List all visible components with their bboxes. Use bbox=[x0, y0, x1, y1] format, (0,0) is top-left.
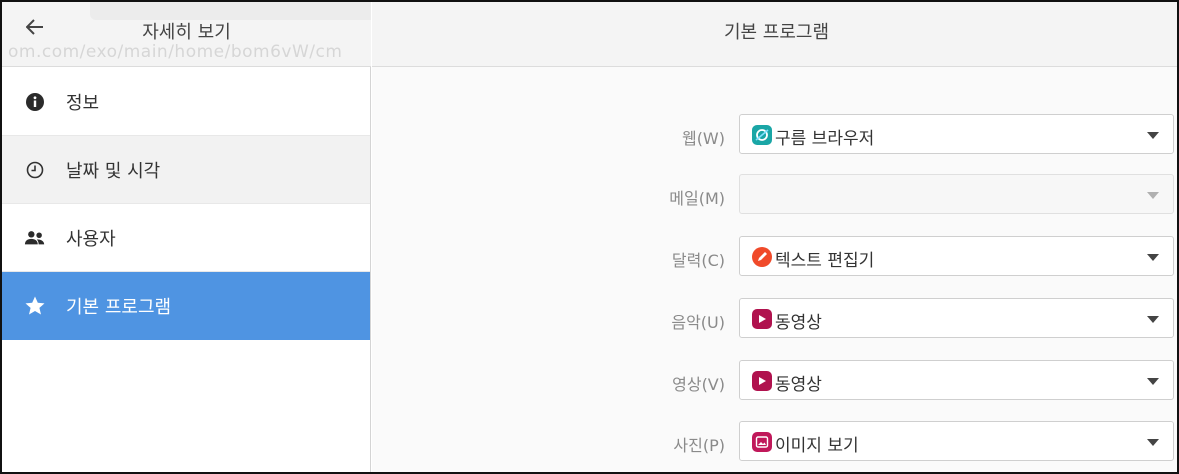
default-app-row-video: 영상(V) 동영상 bbox=[372, 360, 1177, 402]
row-label: 메일(M) bbox=[669, 189, 725, 208]
star-icon bbox=[24, 295, 46, 317]
default-app-row-mail: 메일(M) bbox=[372, 174, 1177, 216]
sidebar-item-label: 기본 프로그램 bbox=[66, 296, 172, 318]
info-icon bbox=[24, 91, 46, 113]
sidebar-item-datetime[interactable]: 날짜 및 시각 bbox=[2, 136, 370, 204]
mail-app-select[interactable] bbox=[739, 174, 1174, 214]
background-url-text: om.com/exo/main/home/bom6vW/cm bbox=[8, 42, 343, 62]
row-label: 음악(U) bbox=[671, 313, 725, 332]
sidebar-title: 자세히 보기 bbox=[142, 22, 231, 43]
clock-icon bbox=[24, 159, 46, 181]
page-title: 기본 프로그램 bbox=[723, 22, 830, 43]
sidebar-item-label: 날짜 및 시각 bbox=[66, 160, 161, 182]
main-panel: 기본 프로그램 웹(W) 구름 브라우저 메일(M) 달력(C) 텍스트 편집기… bbox=[372, 2, 1177, 472]
chevron-down-icon bbox=[1147, 316, 1159, 323]
selected-value: 구름 브라우저 bbox=[775, 129, 875, 149]
browser-icon bbox=[752, 125, 772, 145]
selected-value: 이미지 보기 bbox=[775, 436, 859, 456]
chevron-down-icon bbox=[1147, 439, 1159, 446]
row-label: 달력(C) bbox=[671, 251, 725, 270]
main-header: 기본 프로그램 bbox=[372, 2, 1177, 67]
calendar-app-select[interactable]: 텍스트 편집기 bbox=[739, 236, 1174, 276]
selected-value: 동영상 bbox=[775, 375, 822, 395]
selected-value: 텍스트 편집기 bbox=[775, 251, 875, 271]
sidebar-item-info[interactable]: 정보 bbox=[2, 68, 370, 136]
users-icon bbox=[24, 227, 46, 249]
selected-value: 동영상 bbox=[775, 313, 822, 333]
chevron-down-icon bbox=[1147, 132, 1159, 139]
sidebar-header: om.com/exo/main/home/bom6vW/cm 자세히 보기 bbox=[2, 2, 371, 67]
image-viewer-icon bbox=[752, 432, 772, 452]
chevron-down-icon bbox=[1147, 192, 1159, 199]
default-app-row-photo: 사진(P) 이미지 보기 bbox=[372, 421, 1177, 463]
settings-window: om.com/exo/main/home/bom6vW/cm 자세히 보기 정보… bbox=[0, 0, 1179, 474]
row-label: 사진(P) bbox=[673, 436, 725, 455]
sidebar: om.com/exo/main/home/bom6vW/cm 자세히 보기 정보… bbox=[2, 2, 371, 472]
sidebar-item-default-apps[interactable]: 기본 프로그램 bbox=[2, 272, 370, 340]
photo-app-select[interactable]: 이미지 보기 bbox=[739, 421, 1174, 461]
video-icon bbox=[752, 309, 772, 329]
sidebar-nav: 정보 날짜 및 시각 사용자 기본 프로그램 bbox=[2, 68, 370, 340]
text-editor-icon bbox=[752, 247, 772, 267]
sidebar-item-label: 정보 bbox=[66, 92, 100, 114]
default-app-row-calendar: 달력(C) 텍스트 편집기 bbox=[372, 236, 1177, 278]
row-label: 웹(W) bbox=[681, 129, 725, 148]
default-app-row-web: 웹(W) 구름 브라우저 bbox=[372, 114, 1177, 156]
web-app-select[interactable]: 구름 브라우저 bbox=[739, 114, 1174, 154]
video-app-select[interactable]: 동영상 bbox=[739, 360, 1174, 400]
row-label: 영상(V) bbox=[672, 375, 725, 394]
video-icon bbox=[752, 371, 772, 391]
sidebar-item-label: 사용자 bbox=[66, 228, 116, 250]
sidebar-item-users[interactable]: 사용자 bbox=[2, 204, 370, 272]
chevron-down-icon bbox=[1147, 378, 1159, 385]
chevron-down-icon bbox=[1147, 254, 1159, 261]
default-app-row-music: 음악(U) 동영상 bbox=[372, 298, 1177, 340]
music-app-select[interactable]: 동영상 bbox=[739, 298, 1174, 338]
